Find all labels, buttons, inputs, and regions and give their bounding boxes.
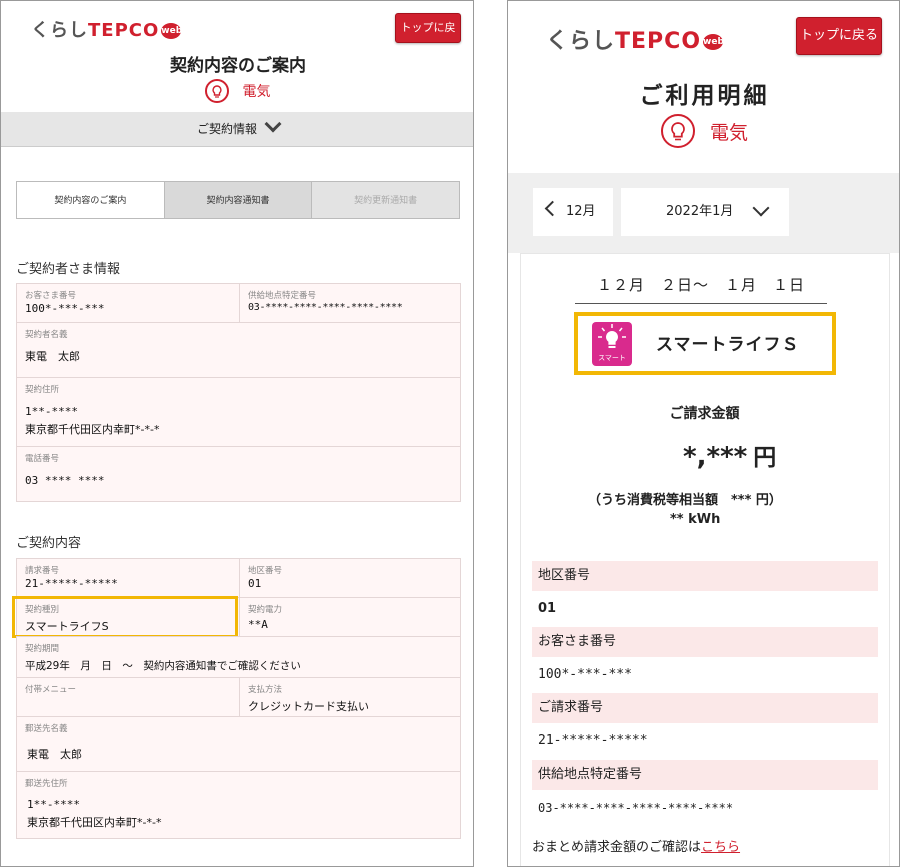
section-heading-contract: ご契約内容: [16, 536, 82, 551]
tab-contract-notice[interactable]: 契約内容通知書: [163, 182, 312, 218]
top-button[interactable]: トップに戻る: [796, 17, 882, 55]
combined-bill-note: おまとめ請求金額のご確認はこちら: [532, 840, 741, 855]
prev-month-label: 12月: [566, 204, 596, 219]
usage-statement-screen: くらしTEPCO web トップに戻る ご利用明細 電気 12月 2022年1月 …: [507, 0, 900, 867]
contract-address-field: 契約住所 1**-**** 東京都千代田区内幸町*-*-*: [16, 377, 461, 447]
bill-amount: *,*** 円: [683, 442, 777, 472]
contractor-name-field: 契約者名義 東電 太郎: [16, 322, 461, 378]
page-title: 契約内容のご案内: [170, 56, 306, 76]
page-title: ご利用明細: [639, 83, 770, 109]
top-button[interactable]: トップに戻る: [395, 13, 461, 62]
district-label-row: 地区番号: [532, 561, 878, 591]
combined-bill-link[interactable]: こちら: [701, 840, 740, 855]
chevron-left-icon: [544, 200, 561, 217]
billing-period: １２月 ２日～ １月 １日: [575, 273, 827, 304]
customer-no-value-row: 100*-***-***: [532, 657, 878, 693]
contract-power-field: 契約電力 **A: [239, 597, 461, 637]
chevron-down-icon: [752, 199, 770, 217]
lightbulb-icon: [598, 324, 626, 348]
supply-point-field: 供給地点特定番号 03-****-****-****-****-****: [239, 283, 461, 323]
payment-method-field: 支払方法 クレジットカード支払い: [239, 677, 461, 717]
billing-number-field: 請求番号 21-*****-*****: [16, 558, 240, 598]
customer-no-label-row: お客さま番号: [532, 627, 878, 657]
tax-amount: （うち消費税等相当額 *** 円）: [588, 493, 782, 508]
tab-renewal-notice: 契約更新通知書: [311, 182, 460, 218]
service-indicator: 電気: [1, 79, 473, 103]
service-label: 電気: [710, 121, 749, 144]
contract-period-field: 契約期間 平成29年 月 日 ～ 契約内容通知書でご確認ください: [16, 636, 461, 678]
billing-no-value-row: 21-*****-*****: [532, 723, 878, 759]
month-select-value: 2022年1月: [666, 204, 734, 219]
accordion-label: ご契約情報: [196, 122, 257, 136]
plan-badge: スマート スマートライフＳ: [574, 312, 836, 375]
phone-field: 電話番号 03 **** ****: [16, 446, 461, 502]
smart-plan-icon: スマート: [592, 322, 632, 366]
mail-name-field: 郵送先名義 東電 太郎: [16, 716, 461, 772]
contract-type-highlight: [12, 596, 238, 638]
tepco-logo[interactable]: くらしTEPCO web: [546, 23, 724, 55]
month-select[interactable]: 2022年1月: [621, 188, 789, 236]
addon-menu-field: 付帯メニュー: [16, 677, 240, 717]
contract-info-accordion[interactable]: ご契約情報: [1, 112, 473, 147]
customer-number-field: お客さま番号 100*-***-***: [16, 283, 240, 323]
plan-name: スマートライフＳ: [656, 335, 800, 355]
billing-no-label-row: ご請求番号: [532, 693, 878, 723]
district-value-row: 01: [532, 591, 878, 627]
section-heading-contractor: ご契約者さま情報: [16, 262, 121, 277]
prev-month-button[interactable]: 12月: [533, 188, 613, 236]
usage-kwh: ** kWh: [670, 512, 721, 527]
mail-address-field: 郵送先住所 1**-**** 東京都千代田区内幸町*-*-*: [16, 771, 461, 839]
supply-point-label-row: 供給地点特定番号: [532, 760, 878, 790]
document-tabs: 契約内容のご案内 契約内容通知書 契約更新通知書: [16, 181, 460, 219]
district-number-field: 地区番号 01: [239, 558, 461, 598]
contract-info-screen: くらしTEPCO web トップに戻る 契約内容のご案内 電気 ご契約情報 契約内…: [0, 0, 474, 867]
tab-contract-guide[interactable]: 契約内容のご案内: [17, 182, 164, 218]
service-label: 電気: [242, 84, 271, 100]
bill-label: ご請求金額: [669, 406, 740, 422]
tepco-logo[interactable]: くらしTEPCO web: [31, 16, 182, 42]
chevron-down-icon: [264, 115, 282, 133]
supply-point-value-row: 03-****-****-****-****-****: [532, 790, 878, 826]
lightbulb-icon: [205, 79, 230, 103]
lightbulb-icon: [660, 114, 695, 148]
service-indicator: 電気: [508, 114, 899, 148]
